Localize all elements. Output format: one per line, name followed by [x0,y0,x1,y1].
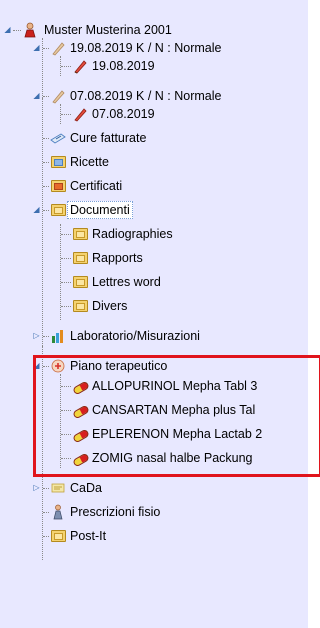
pen-icon [50,40,66,56]
folder-icon [51,156,66,168]
patient-icon [22,22,38,38]
physio-icon [50,504,66,520]
tree-row-patient[interactable]: ◢ Muster Musterina 2001 [0,20,308,40]
tree-row-cada[interactable]: ▷ CaDa [0,478,308,498]
tree-row-consultation[interactable]: ◢ 07.08.2019 K / N : Normale [0,86,308,106]
folder-icon [73,276,88,288]
tree-row-document-folder[interactable]: Lettres word [0,272,308,292]
tree-row-prescriptions[interactable]: Ricette [0,152,308,172]
pen-icon [50,88,66,104]
tree-row-document-folder[interactable]: Divers [0,296,308,316]
folder-icon [51,530,66,542]
collapse-icon[interactable]: ◢ [32,43,41,52]
lab-icon [50,328,66,344]
tree-row-consultation[interactable]: ◢ 19.08.2019 K / N : Normale [0,38,308,58]
folder-icon [73,300,88,312]
tree-row-physio-prescriptions[interactable]: Prescrizioni fisio [0,502,308,522]
tree-row-consultation-entry[interactable]: 19.08.2019 [0,56,308,76]
tree-row-consultation-entry[interactable]: 07.08.2019 [0,104,308,124]
expand-icon[interactable]: ▷ [32,331,41,340]
selected-node-label[interactable]: Documenti [67,201,133,219]
tree-row-post-it[interactable]: Post-It [0,526,308,546]
collapse-icon[interactable]: ◢ [32,205,41,214]
highlight-box [33,355,320,477]
tree-row-billed-treatments[interactable]: Cure fatturate [0,128,308,148]
patient-name[interactable]: Muster Musterina 2001 [42,21,174,39]
scrollbar-track[interactable] [308,0,320,628]
folder-icon [51,180,66,192]
patient-tree: ◢ Muster Musterina 2001 ◢ 19.08.2019 K /… [0,0,308,628]
collapse-icon[interactable]: ◢ [32,91,41,100]
tree-row-documents[interactable]: ◢ Documenti [0,200,308,220]
expand-icon[interactable]: ▷ [32,483,41,492]
folder-icon [73,252,88,264]
pen-red-icon [72,106,88,122]
pen-red-icon [72,58,88,74]
patient-tree-panel: ◢ Muster Musterina 2001 ◢ 19.08.2019 K /… [0,0,320,628]
tree-row-laboratory[interactable]: ▷ Laboratorio/Misurazioni [0,326,308,346]
tree-row-document-folder[interactable]: Rapports [0,248,308,268]
tree-row-document-folder[interactable]: Radiographies [0,224,308,244]
folder-icon [73,228,88,240]
folder-icon [51,204,66,216]
cada-icon [50,480,66,496]
invoice-icon [50,130,66,146]
collapse-icon[interactable]: ◢ [3,25,12,34]
tree-row-certificates[interactable]: Certificati [0,176,308,196]
